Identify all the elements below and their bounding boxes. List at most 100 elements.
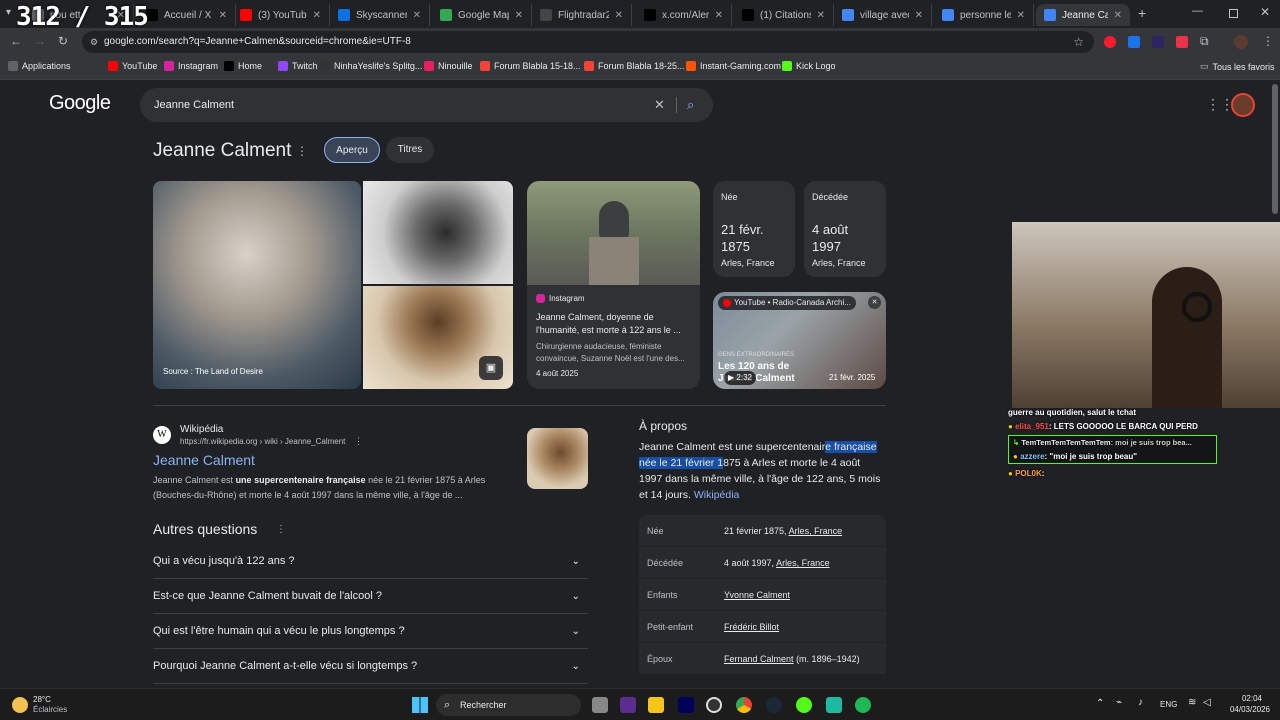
video-close-icon[interactable]: ✕ <box>868 296 881 309</box>
bookmark-9[interactable]: Instant-Gaming.com <box>686 61 781 71</box>
minimize-icon[interactable]: — <box>1192 5 1203 17</box>
extension-audio-icon[interactable] <box>1128 36 1140 48</box>
questions-more-icon[interactable]: ⋮ <box>276 524 286 535</box>
tray-mic-icon[interactable]: ♪ <box>1138 697 1143 708</box>
widgets-icon[interactable] <box>620 697 636 713</box>
wiki-result-title[interactable]: Jeanne Calment <box>153 452 255 468</box>
weather-desc[interactable]: Éclaircies <box>33 705 67 714</box>
question-item[interactable]: Est-ce que Jeanne Calment buvait de l'al… <box>153 579 588 614</box>
image-search-icon[interactable]: ▣ <box>479 356 503 380</box>
volume-icon[interactable]: ◁ <box>1203 697 1211 708</box>
close-tab-icon[interactable]: ✕ <box>219 10 227 21</box>
clock-time[interactable]: 02:04 <box>1226 694 1262 703</box>
reload-icon[interactable]: ↻ <box>58 34 68 48</box>
chevron-down-icon[interactable]: ⌄ <box>572 649 580 684</box>
steam-icon[interactable] <box>766 697 782 713</box>
new-tab-button[interactable]: + <box>1138 5 1146 21</box>
image-profile-sepia[interactable]: ▣ <box>363 286 513 389</box>
tab-3[interactable]: Skyscanner | Tr ✕ <box>330 4 430 26</box>
bookmark-3[interactable]: Home <box>224 61 262 71</box>
bookmark-10[interactable]: Kick Logo <box>782 61 836 71</box>
born-card[interactable]: Née 21 févr. 1875 Arles, France <box>713 181 795 277</box>
wiki-thumbnail[interactable] <box>527 428 588 489</box>
premiere-icon[interactable] <box>678 697 694 713</box>
bookmark-4[interactable]: Twitch <box>278 61 318 71</box>
tab-8[interactable]: village avec les ✕ <box>834 4 932 26</box>
extensions-puzzle-icon[interactable]: ⧉ <box>1200 34 1209 49</box>
bookmark-1[interactable]: YouTube <box>108 61 157 71</box>
profile-avatar[interactable] <box>1234 35 1248 49</box>
wifi-icon[interactable]: ≋ <box>1188 697 1196 708</box>
page-scrollbar[interactable] <box>1272 84 1278 214</box>
bookmark-7[interactable]: Forum Blabla 15-18... <box>480 61 581 71</box>
tab-9[interactable]: personne le plu ✕ <box>934 4 1034 26</box>
bookmark-0[interactable]: Applications <box>8 61 71 71</box>
tray-network-icon[interactable]: ⌁ <box>1116 697 1122 708</box>
bookmark-5[interactable]: NinhaYeslife's Splitg... <box>320 61 422 71</box>
entity-more-icon[interactable]: ⋮ <box>296 144 308 158</box>
language-indicator[interactable]: ENG <box>1160 700 1177 709</box>
restore-icon[interactable] <box>1229 9 1238 18</box>
close-tab-icon[interactable]: ✕ <box>1017 10 1025 21</box>
tab-apercu[interactable]: Aperçu <box>324 137 380 163</box>
image-main-portrait[interactable]: Source : The Land of Desire <box>153 181 361 389</box>
address-bar[interactable]: ⚙ google.com/search?q=Jeanne+Calmen&sour… <box>82 31 1094 53</box>
back-icon[interactable]: ← <box>10 34 22 48</box>
chevron-down-icon[interactable]: ⌄ <box>572 614 580 649</box>
youtube-video-card[interactable]: YouTube • Radio-Canada Archi... ✕ GENS E… <box>713 292 886 389</box>
weather-icon[interactable] <box>12 697 28 713</box>
tab-2[interactable]: (3) YouTube ✕ <box>232 4 330 26</box>
bookmark-star-icon[interactable]: ☆ <box>1073 31 1084 53</box>
tab-10[interactable]: Jeanne Calme ✕ <box>1036 4 1130 26</box>
taskbar-search[interactable]: ⌕ Rechercher <box>436 694 581 716</box>
instagram-card[interactable]: Instagram Jeanne Calment, doyenne de l'h… <box>527 181 700 389</box>
search-icon[interactable]: ⌕ <box>687 88 694 122</box>
site-info-icon[interactable]: ⚙ <box>90 31 98 53</box>
file-explorer-icon[interactable] <box>648 697 664 713</box>
taskview-icon[interactable] <box>592 697 608 713</box>
tab-4[interactable]: Google Maps ✕ <box>432 4 532 26</box>
search-input[interactable]: Jeanne Calment ✕ ⌕ <box>140 88 713 122</box>
about-wikipedia-link[interactable]: Wikipédia <box>694 489 740 501</box>
wiki-more-icon[interactable]: ⋮ <box>354 436 363 447</box>
clear-search-icon[interactable]: ✕ <box>654 88 665 122</box>
app-green-icon[interactable] <box>796 697 812 713</box>
bookmark-2[interactable]: Instagram <box>164 61 218 71</box>
extension-dark-icon[interactable] <box>1152 36 1164 48</box>
close-tab-icon[interactable]: ✕ <box>413 10 421 21</box>
question-item[interactable]: Qui est l'être humain qui a vécu le plus… <box>153 614 588 649</box>
clock-date[interactable]: 04/03/2026 <box>1220 705 1270 714</box>
forward-icon[interactable]: → <box>34 34 46 48</box>
close-tab-icon[interactable]: ✕ <box>313 10 321 21</box>
tab-6[interactable]: x.com/Alertesh ✕ <box>636 4 732 26</box>
app-teal-icon[interactable] <box>826 697 842 713</box>
menu-dots-icon[interactable]: ⋮ <box>1262 34 1274 48</box>
close-tab-icon[interactable]: ✕ <box>515 10 523 21</box>
tab-5[interactable]: Flightradar24: ✕ <box>532 4 632 26</box>
image-profile-bw[interactable] <box>363 181 513 284</box>
chevron-down-icon[interactable]: ⌄ <box>572 544 580 579</box>
weather-temp[interactable]: 28°C <box>33 695 51 704</box>
chrome-icon[interactable] <box>736 697 752 713</box>
close-tab-icon[interactable]: ✕ <box>1114 10 1122 21</box>
account-avatar[interactable] <box>1231 93 1255 117</box>
spotify-icon[interactable] <box>855 697 871 713</box>
question-item[interactable]: Pourquoi Jeanne Calment a-t-elle vécu si… <box>153 649 588 684</box>
close-window-icon[interactable]: ✕ <box>1260 5 1270 19</box>
chevron-down-icon[interactable]: ⌄ <box>572 579 580 614</box>
bookmark-6[interactable]: Ninouille <box>424 61 473 71</box>
obs-icon[interactable] <box>706 697 722 713</box>
close-tab-icon[interactable]: ✕ <box>915 10 923 21</box>
tab-titres[interactable]: Titres <box>386 137 434 163</box>
extension-opera-icon[interactable] <box>1104 36 1116 48</box>
all-bookmarks-folder[interactable]: ▭ Tous les favoris <box>1200 61 1275 72</box>
google-logo[interactable]: Google <box>49 92 111 115</box>
question-item[interactable]: Qui a vécu jusqu'à 122 ans ? ⌄ <box>153 544 588 579</box>
tab-7[interactable]: (1) Citations de ✕ <box>734 4 834 26</box>
google-apps-icon[interactable]: ⋮⋮ <box>1206 96 1234 113</box>
close-tab-icon[interactable]: ✕ <box>715 10 723 21</box>
close-tab-icon[interactable]: ✕ <box>817 10 825 21</box>
extension-red-icon[interactable] <box>1176 36 1188 48</box>
tray-overflow-icon[interactable]: ⌃ <box>1096 698 1104 709</box>
tab-1[interactable]: Accueil / X ✕ <box>138 4 236 26</box>
